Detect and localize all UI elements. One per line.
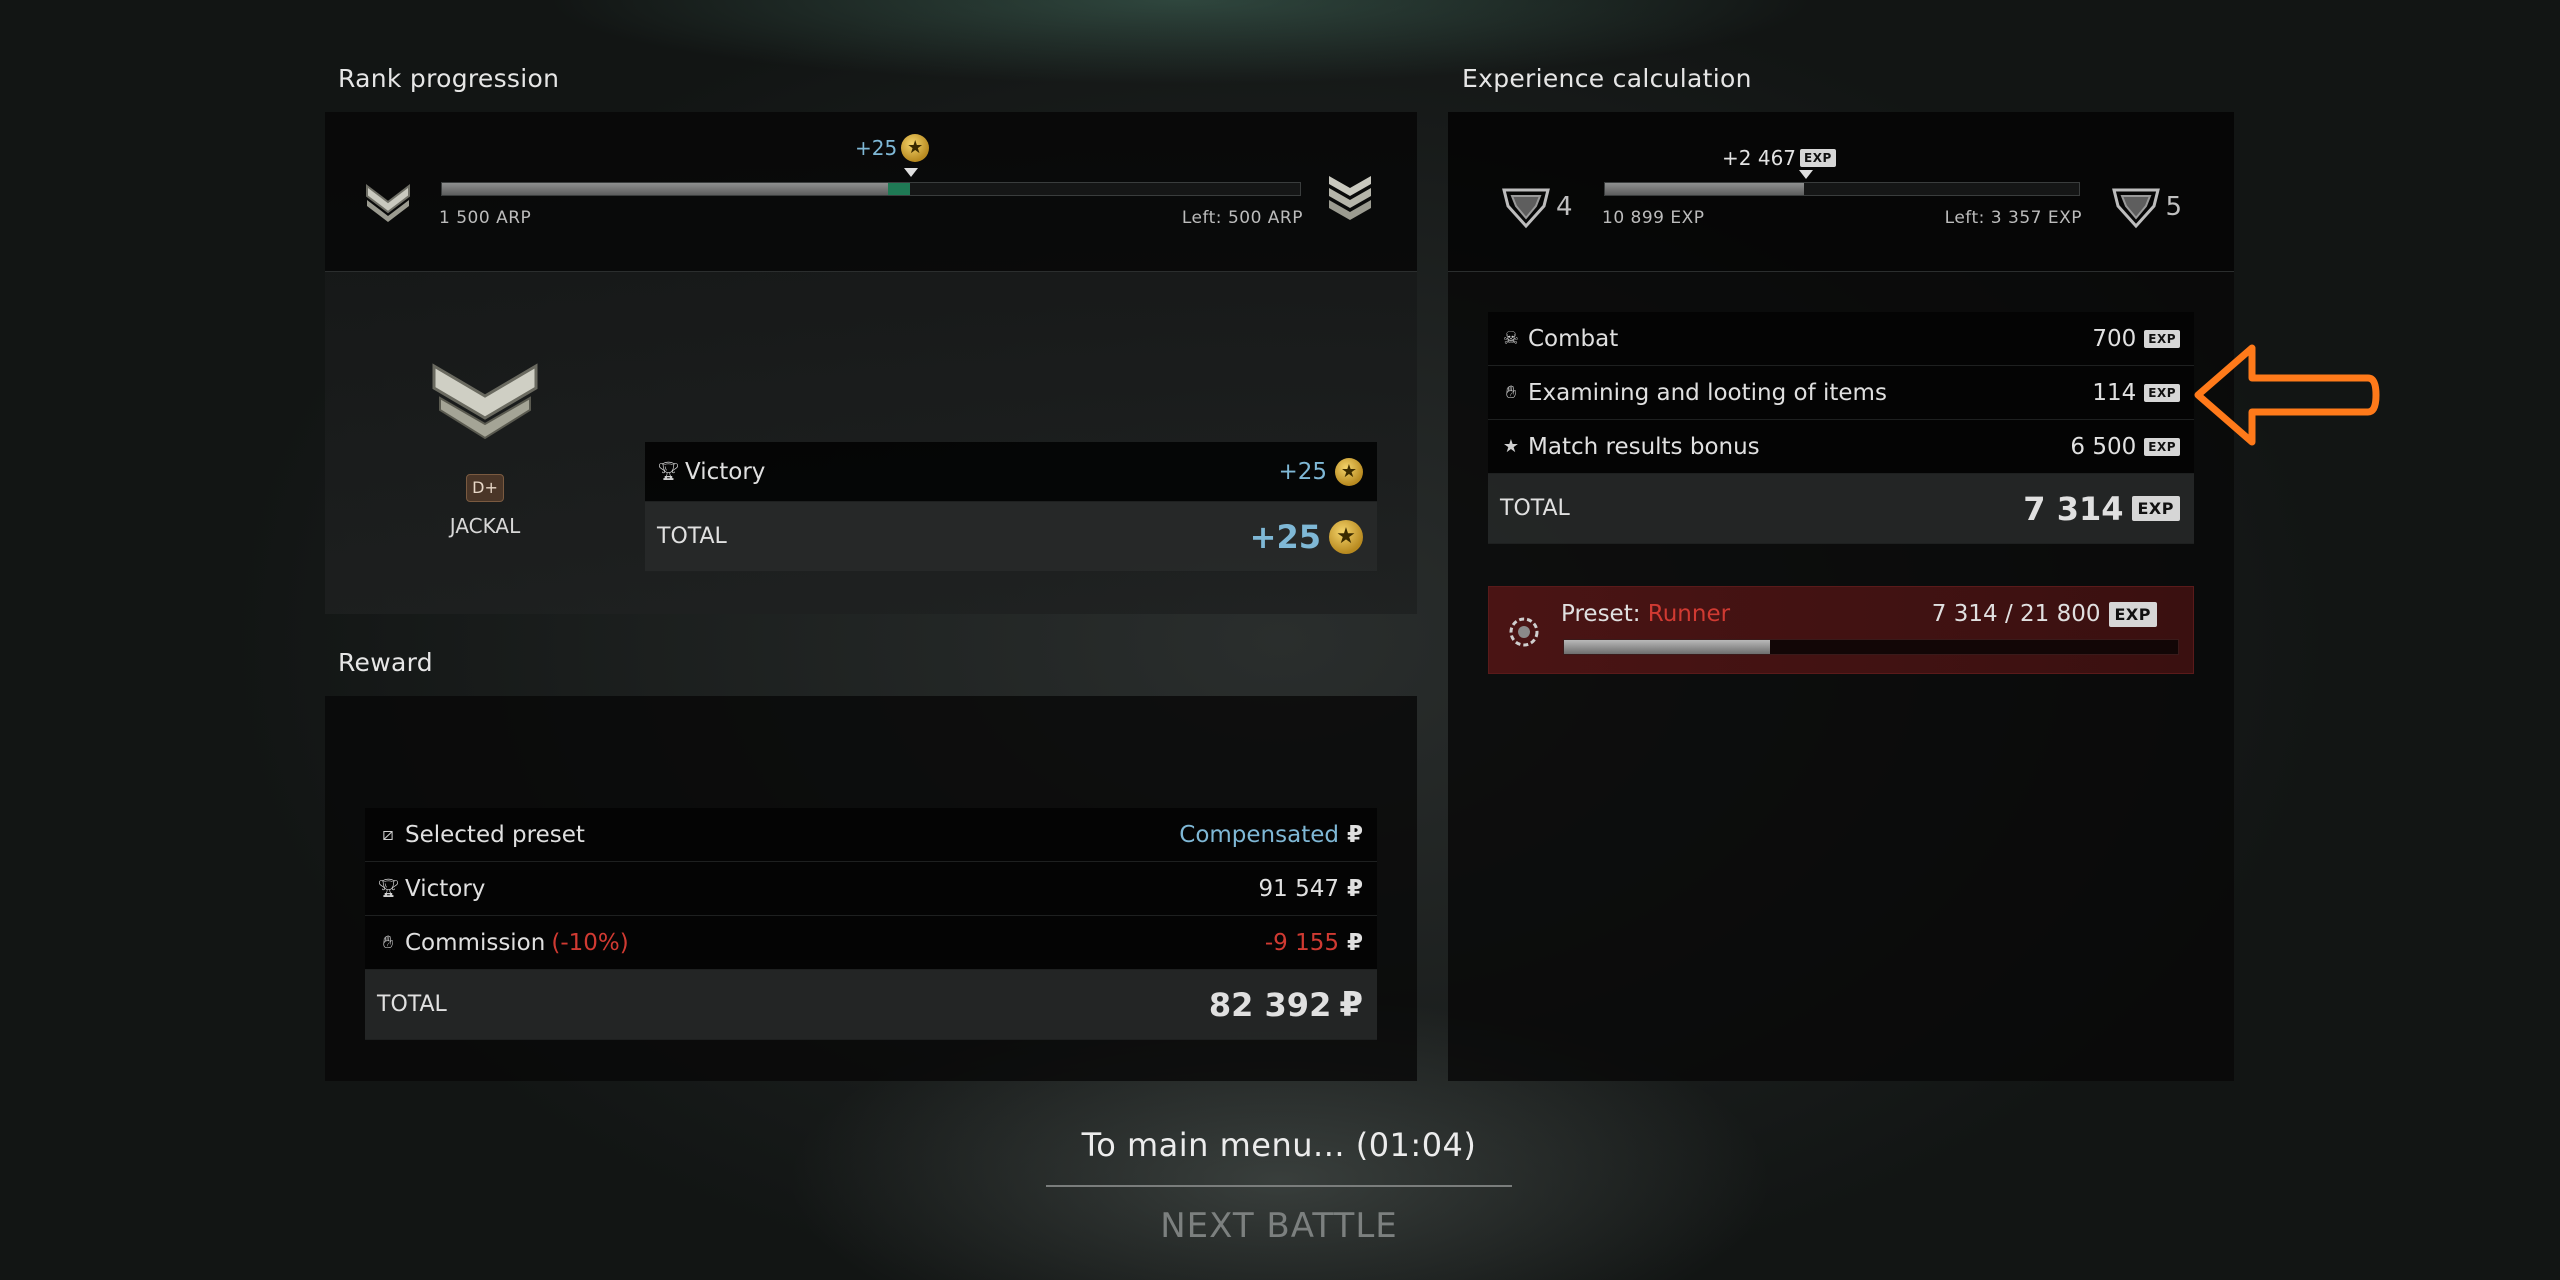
rank-left-label: Left: 500 ARP bbox=[1181, 208, 1303, 228]
level-emblem-icon bbox=[1502, 188, 1550, 229]
reward-rows: ⧄ Selected preset Compensated ₽ 🏆︎ Victory … bbox=[365, 808, 1377, 1048]
trophy-icon: 🏆︎ bbox=[657, 461, 680, 482]
experience-row-looting: ✋︎ Examining and looting of items 114 EXP bbox=[1488, 366, 2194, 420]
reward-row-total: TOTAL 82 392 ₽ bbox=[365, 970, 1377, 1040]
experience-progress-marker bbox=[1799, 170, 1813, 179]
preset-progress-fill bbox=[1564, 640, 1770, 654]
experience-progress-fill bbox=[1605, 183, 1805, 195]
footer-divider bbox=[1046, 1185, 1512, 1187]
rank-row-victory: 🏆︎ Victory +25 ★ bbox=[645, 442, 1377, 502]
preset-loading-icon bbox=[1509, 617, 1539, 647]
arp-coin-icon: ★ bbox=[1335, 457, 1363, 486]
preset-progress-box: Preset: Runner 7 314 / 21 800 EXP bbox=[1488, 586, 2194, 674]
experience-progress-header: 4 +2 467 EXP 10 899 EXP Left: 3 357 EXP … bbox=[1448, 112, 2234, 272]
reward-panel: ⧄ Selected preset Compensated ₽ 🏆︎ Victory … bbox=[325, 696, 1417, 1081]
experience-gain-indicator: +2 467 EXP bbox=[1722, 146, 1836, 170]
experience-left-label: Left: 3 357 EXP bbox=[1944, 208, 2082, 228]
preset-icon: ⧄ bbox=[382, 824, 394, 845]
experience-progress-bar bbox=[1604, 182, 2080, 196]
preset-name: Runner bbox=[1647, 601, 1731, 627]
rank-gain-label: +25 bbox=[855, 136, 898, 160]
main-menu-button[interactable]: To main menu... (01:04) bbox=[1046, 1126, 1512, 1164]
rank-row-total: TOTAL +25 ★ bbox=[645, 502, 1377, 572]
next-level-emblem-icon bbox=[2112, 188, 2160, 229]
rank-progress-marker bbox=[904, 168, 918, 177]
experience-row-combat: ☠ Combat 700 EXP bbox=[1488, 312, 2194, 366]
next-rank-chevron-icon bbox=[1329, 176, 1371, 220]
rank-chevron-icon bbox=[366, 183, 410, 222]
rank-progress-header: +25 ★ 1 500 ARP Left: 500 ARP bbox=[325, 112, 1417, 272]
preset-progress-bar bbox=[1563, 639, 2179, 655]
experience-panel: 4 +2 467 EXP 10 899 EXP Left: 3 357 EXP … bbox=[1448, 112, 2234, 1081]
trophy-icon: 🏆︎ bbox=[377, 878, 400, 899]
experience-rows: ☠ Combat 700 EXP ✋︎ Examining and looting o… bbox=[1488, 312, 2194, 544]
arp-coin-icon: ★ bbox=[1329, 519, 1363, 554]
rank-progress-gain bbox=[888, 183, 910, 195]
reward-title: Reward bbox=[338, 648, 433, 677]
rank-start-label: 1 500 ARP bbox=[439, 208, 532, 228]
exp-badge: EXP bbox=[1800, 149, 1836, 167]
preset-value-group: 7 314 / 21 800 EXP bbox=[1932, 601, 2157, 627]
hand-icon: ✋︎ bbox=[1505, 382, 1517, 403]
experience-start-label: 10 899 EXP bbox=[1602, 208, 1705, 228]
rank-progression-panel: +25 ★ 1 500 ARP Left: 500 ARP D+ JACKAL … bbox=[325, 112, 1417, 614]
experience-row-match-bonus: ★ Match results bonus 6 500 EXP bbox=[1488, 420, 2194, 474]
reward-row-commission: ✋︎ Commission (-10%) -9 155 ₽ bbox=[365, 916, 1377, 970]
rank-badge: D+ bbox=[466, 474, 504, 502]
rank-insignia-icon bbox=[432, 363, 538, 440]
star-icon: ★ bbox=[1502, 436, 1520, 457]
reward-row-victory: 🏆︎ Victory 91 547 ₽ bbox=[365, 862, 1377, 916]
rank-progression-title: Rank progression bbox=[338, 64, 560, 93]
level-next: 5 bbox=[2165, 192, 2182, 222]
rank-name: JACKAL bbox=[449, 514, 521, 538]
reward-row-selected-preset: ⧄ Selected preset Compensated ₽ bbox=[365, 808, 1377, 862]
arp-coin-icon: ★ bbox=[901, 134, 930, 162]
rank-progress-bar bbox=[441, 182, 1301, 196]
next-battle-button[interactable]: NEXT BATTLE bbox=[1046, 1206, 1512, 1246]
skull-icon: ☠ bbox=[1502, 328, 1520, 349]
annotation-arrow-icon bbox=[2194, 344, 2380, 446]
level-current: 4 bbox=[1556, 192, 1573, 222]
rank-rows: 🏆︎ Victory +25 ★ TOTAL +25 ★ bbox=[645, 442, 1377, 572]
preset-label-group: Preset: Runner bbox=[1561, 601, 1731, 627]
experience-title: Experience calculation bbox=[1462, 64, 1752, 93]
experience-row-total: TOTAL 7 314 EXP bbox=[1488, 474, 2194, 544]
hand-icon: ✋︎ bbox=[382, 932, 394, 953]
rank-gain-indicator: +25 ★ bbox=[855, 134, 930, 162]
rank-progress-fill bbox=[442, 183, 889, 195]
